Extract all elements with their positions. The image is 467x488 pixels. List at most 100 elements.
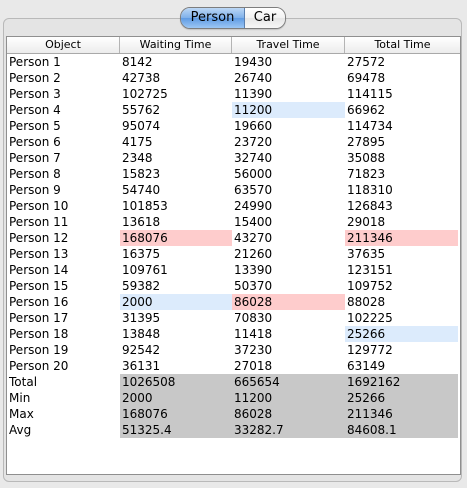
table-row[interactable]: Person 2 42738 26740 69478: [7, 70, 460, 86]
waiting-time-cell: 109761: [122, 263, 168, 277]
travel-time-cell: 86028: [232, 294, 345, 310]
waiting-time-cell: 168076: [120, 230, 232, 246]
total-time-cell: 69478: [347, 71, 386, 85]
total-time-cell: 71823: [347, 167, 386, 181]
waiting-time-cell: 31395: [122, 311, 161, 325]
travel-time-cell: 21260: [234, 247, 273, 261]
total-time-cell: 27895: [347, 135, 386, 149]
table-row[interactable]: Avg 51325.4 33282.7 84608.1: [7, 422, 460, 438]
table-row[interactable]: Person 7 2348 32740 35088: [7, 150, 460, 166]
travel-time-cell: 86028: [232, 406, 345, 422]
row-label: Person 3: [9, 87, 61, 101]
row-label: Person 19: [9, 343, 69, 357]
table-row[interactable]: Person 20 36131 27018 63149: [7, 358, 460, 374]
waiting-time-cell: 36131: [122, 359, 161, 373]
travel-time-cell: 70830: [234, 311, 273, 325]
total-time-cell: 114115: [347, 87, 393, 101]
row-label: Person 9: [9, 183, 61, 197]
total-time-cell: 129772: [347, 343, 393, 357]
travel-time-cell: 24990: [234, 199, 273, 213]
row-label: Person 20: [9, 359, 69, 373]
table-row[interactable]: Person 10 101853 24990 126843: [7, 198, 460, 214]
travel-time-cell: 11200: [232, 102, 345, 118]
table-row[interactable]: Person 14 109761 13390 123151: [7, 262, 460, 278]
column-header-object[interactable]: Object: [7, 37, 120, 53]
row-label: Person 4: [9, 103, 61, 117]
column-header-waiting-time[interactable]: Waiting Time: [120, 37, 232, 53]
waiting-time-cell: 13848: [122, 327, 161, 341]
travel-time-cell: 56000: [234, 167, 273, 181]
table-row[interactable]: Person 1 8142 19430 27572: [7, 54, 460, 70]
table-row[interactable]: Person 6 4175 23720 27895: [7, 134, 460, 150]
table-row[interactable]: Person 19 92542 37230 129772: [7, 342, 460, 358]
total-time-cell: 25266: [345, 326, 458, 342]
row-label: Person 17: [9, 311, 69, 325]
total-time-cell: 29018: [347, 215, 386, 229]
travel-time-cell: 11200: [232, 390, 345, 406]
waiting-time-cell: 168076: [120, 406, 232, 422]
total-time-cell: 109752: [347, 279, 393, 293]
total-time-cell: 114734: [347, 119, 393, 133]
table-row[interactable]: Person 9 54740 63570 118310: [7, 182, 460, 198]
row-label: Min: [9, 391, 31, 405]
table-body: Person 1 8142 19430 27572 Person 2 42738 26740…: [7, 54, 460, 438]
table-row[interactable]: Person 17 31395 70830 102225: [7, 310, 460, 326]
travel-time-cell: 43270: [234, 231, 273, 245]
row-label: Max: [9, 407, 34, 421]
travel-time-cell: 19660: [234, 119, 273, 133]
waiting-time-cell: 13618: [122, 215, 161, 229]
waiting-time-cell: 1026508: [120, 374, 232, 390]
waiting-time-cell: 42738: [122, 71, 161, 85]
total-time-cell: 102225: [347, 311, 393, 325]
table-row[interactable]: Person 4 55762 11200 66962: [7, 102, 460, 118]
table-row[interactable]: Person 5 95074 19660 114734: [7, 118, 460, 134]
waiting-time-cell: 101853: [122, 199, 168, 213]
waiting-time-cell: 54740: [122, 183, 161, 197]
column-header-total-time[interactable]: Total Time: [345, 37, 460, 53]
table-row[interactable]: Person 15 59382 50370 109752: [7, 278, 460, 294]
row-label: Person 16: [9, 295, 69, 309]
row-label: Person 15: [9, 279, 69, 293]
table-row[interactable]: Person 18 13848 11418 25266: [7, 326, 460, 342]
travel-time-cell: 11390: [234, 87, 273, 101]
row-label: Person 2: [9, 71, 61, 85]
column-header-travel-time[interactable]: Travel Time: [232, 37, 345, 53]
travel-time-cell: 11418: [234, 327, 273, 341]
table-row[interactable]: Max 168076 86028 211346: [7, 406, 460, 422]
travel-time-cell: 50370: [234, 279, 273, 293]
table-row[interactable]: Person 3 102725 11390 114115: [7, 86, 460, 102]
table-row[interactable]: Min 2000 11200 25266: [7, 390, 460, 406]
table-row[interactable]: Person 12 168076 43270 211346: [7, 230, 460, 246]
tab-car[interactable]: Car: [245, 8, 285, 28]
waiting-time-cell: 4175: [122, 135, 153, 149]
row-label: Person 8: [9, 167, 61, 181]
tab-person[interactable]: Person: [181, 8, 245, 28]
row-label: Person 18: [9, 327, 69, 341]
table-header: Object Waiting Time Travel Time Total Ti…: [7, 37, 460, 54]
total-time-cell: 66962: [347, 103, 386, 117]
table-row[interactable]: Person 8 15823 56000 71823: [7, 166, 460, 182]
travel-time-cell: 63570: [234, 183, 273, 197]
travel-time-cell: 37230: [234, 343, 273, 357]
table-row[interactable]: Person 16 2000 86028 88028: [7, 294, 460, 310]
travel-time-cell: 665654: [232, 374, 345, 390]
travel-time-cell: 15400: [234, 215, 273, 229]
row-label: Person 13: [9, 247, 69, 261]
row-label: Person 7: [9, 151, 61, 165]
waiting-time-cell: 2000: [120, 390, 232, 406]
table-row[interactable]: Total 1026508 665654 1692162: [7, 374, 460, 390]
travel-time-cell: 33282.7: [232, 422, 345, 438]
total-time-cell: 63149: [347, 359, 386, 373]
table-row[interactable]: Person 13 16375 21260 37635: [7, 246, 460, 262]
waiting-time-cell: 2348: [122, 151, 153, 165]
row-label: Person 6: [9, 135, 61, 149]
row-label: Person 1: [9, 55, 61, 69]
row-label: Total: [9, 375, 38, 389]
waiting-time-cell: 8142: [122, 55, 153, 69]
total-time-cell: 37635: [347, 247, 386, 261]
table-row[interactable]: Person 11 13618 15400 29018: [7, 214, 460, 230]
row-label: Avg: [9, 423, 32, 437]
travel-time-cell: 13390: [234, 263, 273, 277]
total-time-cell: 27572: [347, 55, 386, 69]
waiting-time-cell: 92542: [122, 343, 161, 357]
